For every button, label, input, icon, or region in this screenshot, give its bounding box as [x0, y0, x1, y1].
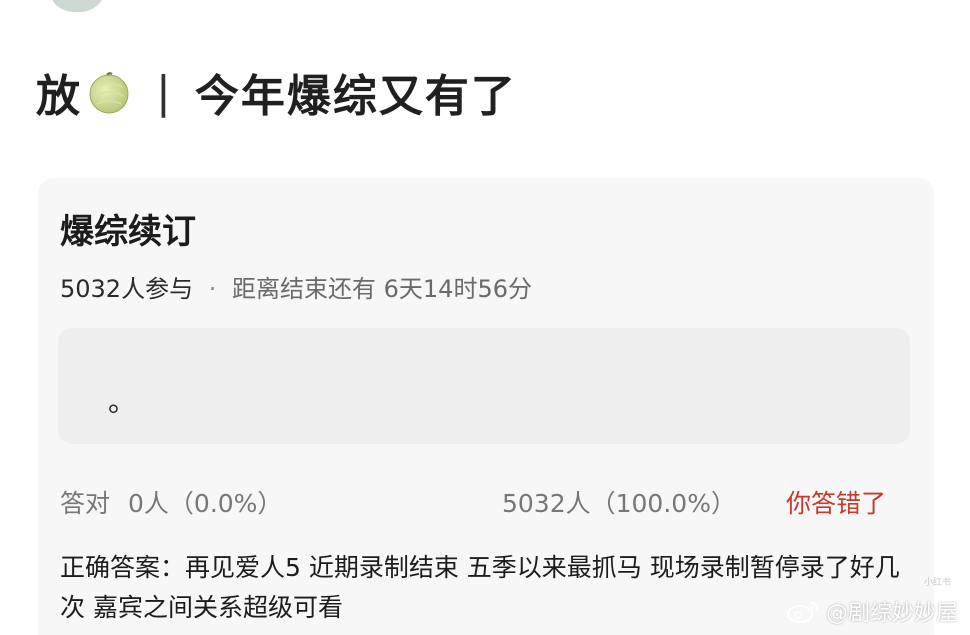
quiz-meta: 5032人参与 · 距离结束还有 6天14时56分 — [60, 269, 532, 304]
meta-separator: · — [208, 275, 217, 303]
top-partial-header — [0, 0, 970, 14]
selected-answer-text: 。 — [108, 385, 137, 418]
remaining-label: 距离结束还有 — [232, 275, 376, 303]
correct-count: 0人（0.0%） — [128, 489, 283, 518]
wrong-result-badge: 你答错了 — [786, 489, 887, 518]
participant-count: 5032人参与 — [60, 275, 194, 303]
wrong-count: 5032人（100.0%） — [502, 489, 736, 518]
selected-answer-box: 。 — [58, 328, 910, 444]
correct-stat: 答对 0人（0.0%） — [60, 484, 282, 520]
title-separator: | — [156, 66, 173, 118]
remaining-time: 6天14时56分 — [383, 275, 532, 303]
post-title: 放 | 今年爆综又有了 — [36, 60, 517, 124]
melon-emoji-icon — [89, 72, 129, 114]
watermark-text: @剧综妙妙屋 — [825, 601, 958, 626]
weibo-icon — [786, 601, 818, 623]
small-watermark: 小红书 — [924, 578, 952, 588]
quiz-card[interactable]: 爆综续订 5032人参与 · 距离结束还有 6天14时56分 。 答对 0人（0.… — [38, 178, 934, 635]
avatar[interactable] — [48, 0, 106, 12]
correct-label: 答对 — [60, 489, 111, 518]
weibo-watermark: @剧综妙妙屋 — [786, 595, 958, 627]
post-title-text: 今年爆综又有了 — [194, 71, 517, 122]
quiz-title: 爆综续订 — [60, 212, 196, 252]
post-title-prefix: 放 — [36, 71, 82, 122]
